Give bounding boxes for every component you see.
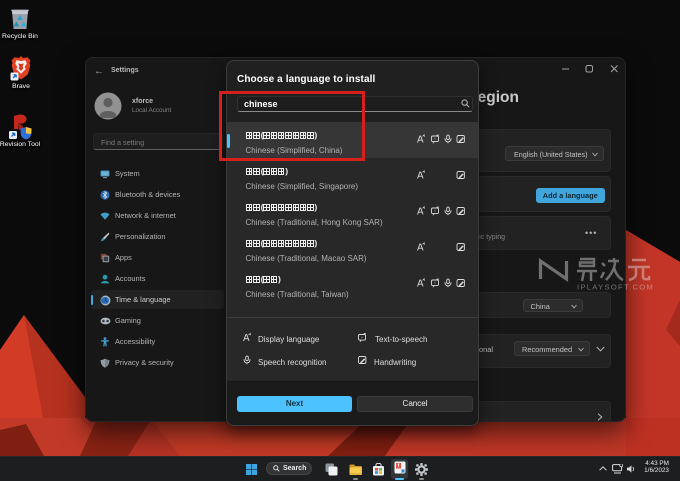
svg-text:IPLAYSOFT.COM: IPLAYSOFT.COM bbox=[577, 283, 654, 292]
